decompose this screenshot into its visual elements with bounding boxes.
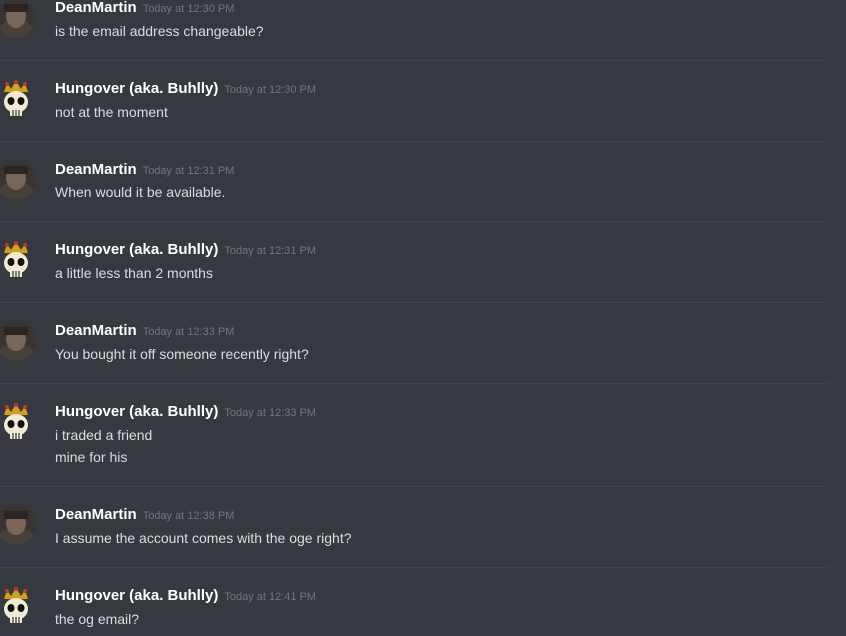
message-divider <box>0 383 828 384</box>
timestamp: Today at 12:30 PM <box>224 84 317 96</box>
dean-avatar-icon[interactable] <box>0 505 36 545</box>
message-header: Hungover (aka. Buhlly) Today at 12:30 PM <box>55 79 316 99</box>
crowned-skull-avatar-icon[interactable] <box>0 586 36 626</box>
username[interactable]: Hungover (aka. Buhlly) <box>55 403 218 420</box>
message-text: I assume the account comes with the oge … <box>55 530 352 546</box>
crowned-skull-avatar-icon[interactable] <box>0 79 36 119</box>
message-header: DeanMartin Today at 12:30 PM <box>55 0 234 18</box>
username[interactable]: DeanMartin <box>55 506 137 523</box>
username[interactable]: DeanMartin <box>55 322 137 339</box>
username[interactable]: Hungover (aka. Buhlly) <box>55 80 218 97</box>
message-header: Hungover (aka. Buhlly) Today at 12:33 PM <box>55 402 316 422</box>
message-divider <box>0 567 828 568</box>
timestamp: Today at 12:31 PM <box>224 245 317 257</box>
message-header: DeanMartin Today at 12:33 PM <box>55 321 234 341</box>
dean-avatar-icon[interactable] <box>0 160 36 200</box>
dean-avatar-icon[interactable] <box>0 0 36 38</box>
timestamp: Today at 12:38 PM <box>142 510 235 522</box>
crowned-skull-avatar-icon[interactable] <box>0 240 36 280</box>
message-header: Hungover (aka. Buhlly) Today at 12:31 PM <box>55 240 316 260</box>
message-text: When would it be available. <box>55 184 226 200</box>
message-header: Hungover (aka. Buhlly) Today at 12:41 PM <box>55 586 316 606</box>
message-divider <box>0 221 828 222</box>
message-divider <box>0 302 828 303</box>
timestamp: Today at 12:33 PM <box>142 326 235 338</box>
crowned-skull-avatar-icon[interactable] <box>0 402 36 442</box>
timestamp: Today at 12:33 PM <box>224 407 317 419</box>
message-text: You bought it off someone recently right… <box>55 346 309 362</box>
message-divider <box>0 60 828 61</box>
username[interactable]: DeanMartin <box>55 0 137 16</box>
message-divider <box>0 141 828 142</box>
timestamp: Today at 12:31 PM <box>142 165 235 177</box>
username[interactable]: Hungover (aka. Buhlly) <box>55 241 218 258</box>
timestamp: Today at 12:30 PM <box>142 3 235 15</box>
message-divider <box>0 486 828 487</box>
message-header: DeanMartin Today at 12:38 PM <box>55 505 234 525</box>
message-header: DeanMartin Today at 12:31 PM <box>55 160 234 180</box>
message-text: a little less than 2 months <box>55 265 213 281</box>
message-text: not at the moment <box>55 104 168 120</box>
message-text: i traded a friend <box>55 427 153 443</box>
dean-avatar-icon[interactable] <box>0 321 36 361</box>
username[interactable]: Hungover (aka. Buhlly) <box>55 587 218 604</box>
message-text: the og email? <box>55 611 140 627</box>
timestamp: Today at 12:41 PM <box>224 591 317 603</box>
username[interactable]: DeanMartin <box>55 161 137 178</box>
message-text: mine for his <box>55 449 128 465</box>
chat-messages[interactable]: DeanMartin Today at 12:30 PM is the email… <box>0 0 846 636</box>
message-text: is the email address changeable? <box>55 23 264 39</box>
